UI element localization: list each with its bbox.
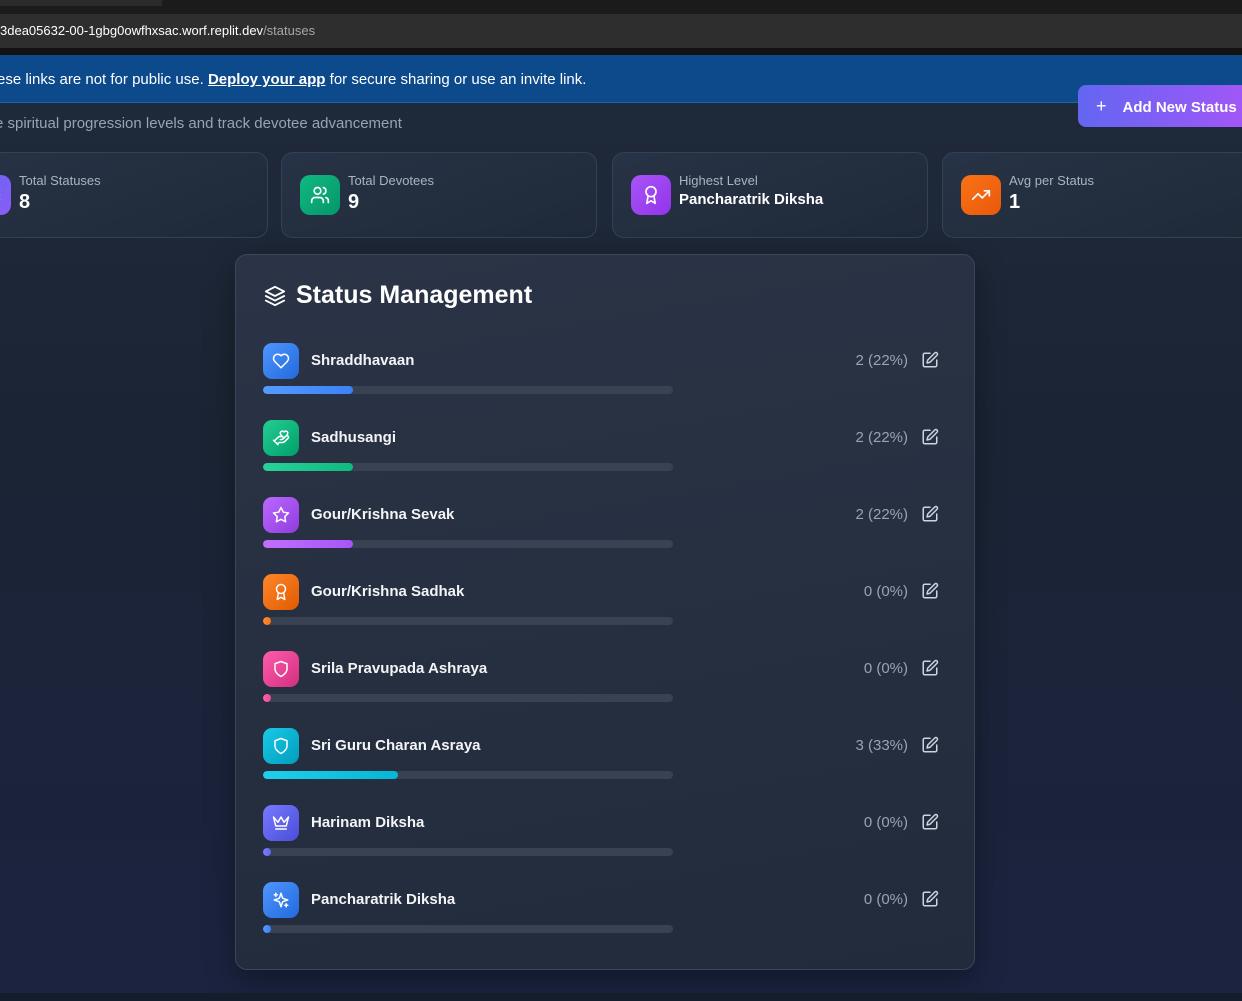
status-name: Gour/Krishna Sevak bbox=[311, 506, 455, 523]
users-icon bbox=[300, 175, 340, 215]
banner-text-start: ese links are not for public use. bbox=[0, 71, 208, 88]
status-count: 0 (0%) bbox=[863, 660, 908, 677]
status-count: 2 (22%) bbox=[855, 429, 908, 446]
stat-card-total-statuses: Total Statuses 8 bbox=[0, 152, 268, 238]
status-name: Pancharatrik Diksha bbox=[311, 891, 456, 908]
status-row: Harinam Diksha 0 (0%) bbox=[263, 805, 953, 865]
plus-icon: + bbox=[1096, 96, 1107, 116]
page: ese links are not for public use. Deploy… bbox=[0, 55, 1242, 1001]
browser-tab[interactable] bbox=[0, 0, 162, 6]
add-new-status-label: Add New Status bbox=[1122, 99, 1237, 116]
url-host: 3dea05632-00-1gbg0owfhxsac.worf.replit.d… bbox=[0, 23, 264, 38]
star-icon bbox=[263, 497, 299, 533]
edit-icon[interactable] bbox=[919, 426, 941, 448]
status-name: Sadhusangi bbox=[311, 429, 397, 446]
status-row: Gour/Krishna Sadhak 0 (0%) bbox=[263, 574, 953, 634]
status-row: Pancharatrik Diksha 0 (0%) bbox=[263, 882, 953, 942]
stat-card-avg-per-status: Avg per Status 1 bbox=[942, 152, 1242, 238]
progress-track bbox=[263, 925, 673, 933]
status-row: Sadhusangi 2 (22%) bbox=[263, 420, 953, 480]
edit-icon[interactable] bbox=[919, 349, 941, 371]
status-count: 2 (22%) bbox=[855, 352, 908, 369]
status-count: 0 (0%) bbox=[863, 583, 908, 600]
edit-icon[interactable] bbox=[919, 657, 941, 679]
layers-icon bbox=[264, 285, 286, 307]
progress-track bbox=[263, 848, 673, 856]
status-row: Gour/Krishna Sevak 2 (22%) bbox=[263, 497, 953, 557]
edit-icon[interactable] bbox=[919, 503, 941, 525]
status-count: 0 (0%) bbox=[863, 814, 908, 831]
progress-track bbox=[263, 540, 673, 548]
status-management-panel: Status Management Shraddhavaan 2 (22%) Sad… bbox=[235, 254, 975, 970]
stat-label: Avg per Status bbox=[1009, 173, 1095, 188]
edit-icon[interactable] bbox=[919, 811, 941, 833]
progress-fill bbox=[263, 463, 354, 471]
page-subtitle: e spiritual progression levels and track… bbox=[0, 115, 402, 132]
award-icon bbox=[631, 175, 671, 215]
deploy-app-link[interactable]: Deploy your app bbox=[208, 71, 326, 88]
status-name: Shraddhavaan bbox=[311, 352, 415, 369]
progress-fill bbox=[263, 925, 271, 933]
edit-icon[interactable] bbox=[919, 888, 941, 910]
trending-up-icon bbox=[961, 175, 1001, 215]
address-bar[interactable]: 3dea05632-00-1gbg0owfhxsac.worf.replit.d… bbox=[0, 14, 1242, 48]
award-icon bbox=[263, 574, 299, 610]
url-path: /statuses bbox=[263, 23, 316, 38]
status-name: Sri Guru Charan Asraya bbox=[311, 737, 481, 754]
shield-icon bbox=[263, 728, 299, 764]
status-row: Shraddhavaan 2 (22%) bbox=[263, 343, 953, 403]
stat-label: Total Devotees bbox=[348, 173, 434, 188]
panel-title: Status Management bbox=[264, 281, 532, 310]
stat-value: 9 bbox=[348, 191, 360, 213]
edit-icon[interactable] bbox=[919, 734, 941, 756]
stat-card-highest-level: Highest Level Pancharatrik Diksha bbox=[612, 152, 928, 238]
crown-icon bbox=[263, 805, 299, 841]
stat-value: 8 bbox=[19, 191, 31, 213]
add-new-status-button[interactable]: + Add New Status bbox=[1078, 85, 1242, 127]
browser-divider bbox=[0, 48, 1242, 55]
browser-titlebar bbox=[0, 0, 1242, 14]
banner-text-end: for secure sharing or use an invite link… bbox=[325, 71, 587, 88]
stat-value: Pancharatrik Diksha bbox=[679, 191, 824, 208]
progress-fill bbox=[263, 386, 354, 394]
progress-track bbox=[263, 617, 673, 625]
progress-fill bbox=[263, 540, 354, 548]
sparkles-icon bbox=[263, 882, 299, 918]
dev-url-banner: ese links are not for public use. Deploy… bbox=[0, 55, 1242, 103]
hand-heart-icon bbox=[263, 420, 299, 456]
progress-track bbox=[263, 771, 673, 779]
progress-fill bbox=[263, 771, 399, 779]
progress-fill bbox=[263, 617, 271, 625]
progress-track bbox=[263, 386, 673, 394]
edit-icon[interactable] bbox=[919, 580, 941, 602]
status-count: 0 (0%) bbox=[863, 891, 908, 908]
layers-icon bbox=[0, 175, 11, 215]
progress-fill bbox=[263, 694, 271, 702]
stat-value: 1 bbox=[1009, 191, 1021, 213]
stat-label: Highest Level bbox=[679, 173, 758, 188]
status-count: 3 (33%) bbox=[855, 737, 908, 754]
stat-label: Total Statuses bbox=[19, 173, 101, 188]
stat-card-total-devotees: Total Devotees 9 bbox=[281, 152, 597, 238]
status-row: Sri Guru Charan Asraya 3 (33%) bbox=[263, 728, 953, 788]
progress-track bbox=[263, 694, 673, 702]
page-footer-strip bbox=[0, 993, 1242, 1001]
progress-track bbox=[263, 463, 673, 471]
status-name: Gour/Krishna Sadhak bbox=[311, 583, 465, 600]
status-name: Srila Pravupada Ashraya bbox=[311, 660, 488, 677]
heart-icon bbox=[263, 343, 299, 379]
status-count: 2 (22%) bbox=[855, 506, 908, 523]
progress-fill bbox=[263, 848, 271, 856]
panel-title-text: Status Management bbox=[296, 281, 533, 309]
status-name: Harinam Diksha bbox=[311, 814, 425, 831]
status-row: Srila Pravupada Ashraya 0 (0%) bbox=[263, 651, 953, 711]
shield-icon bbox=[263, 651, 299, 687]
